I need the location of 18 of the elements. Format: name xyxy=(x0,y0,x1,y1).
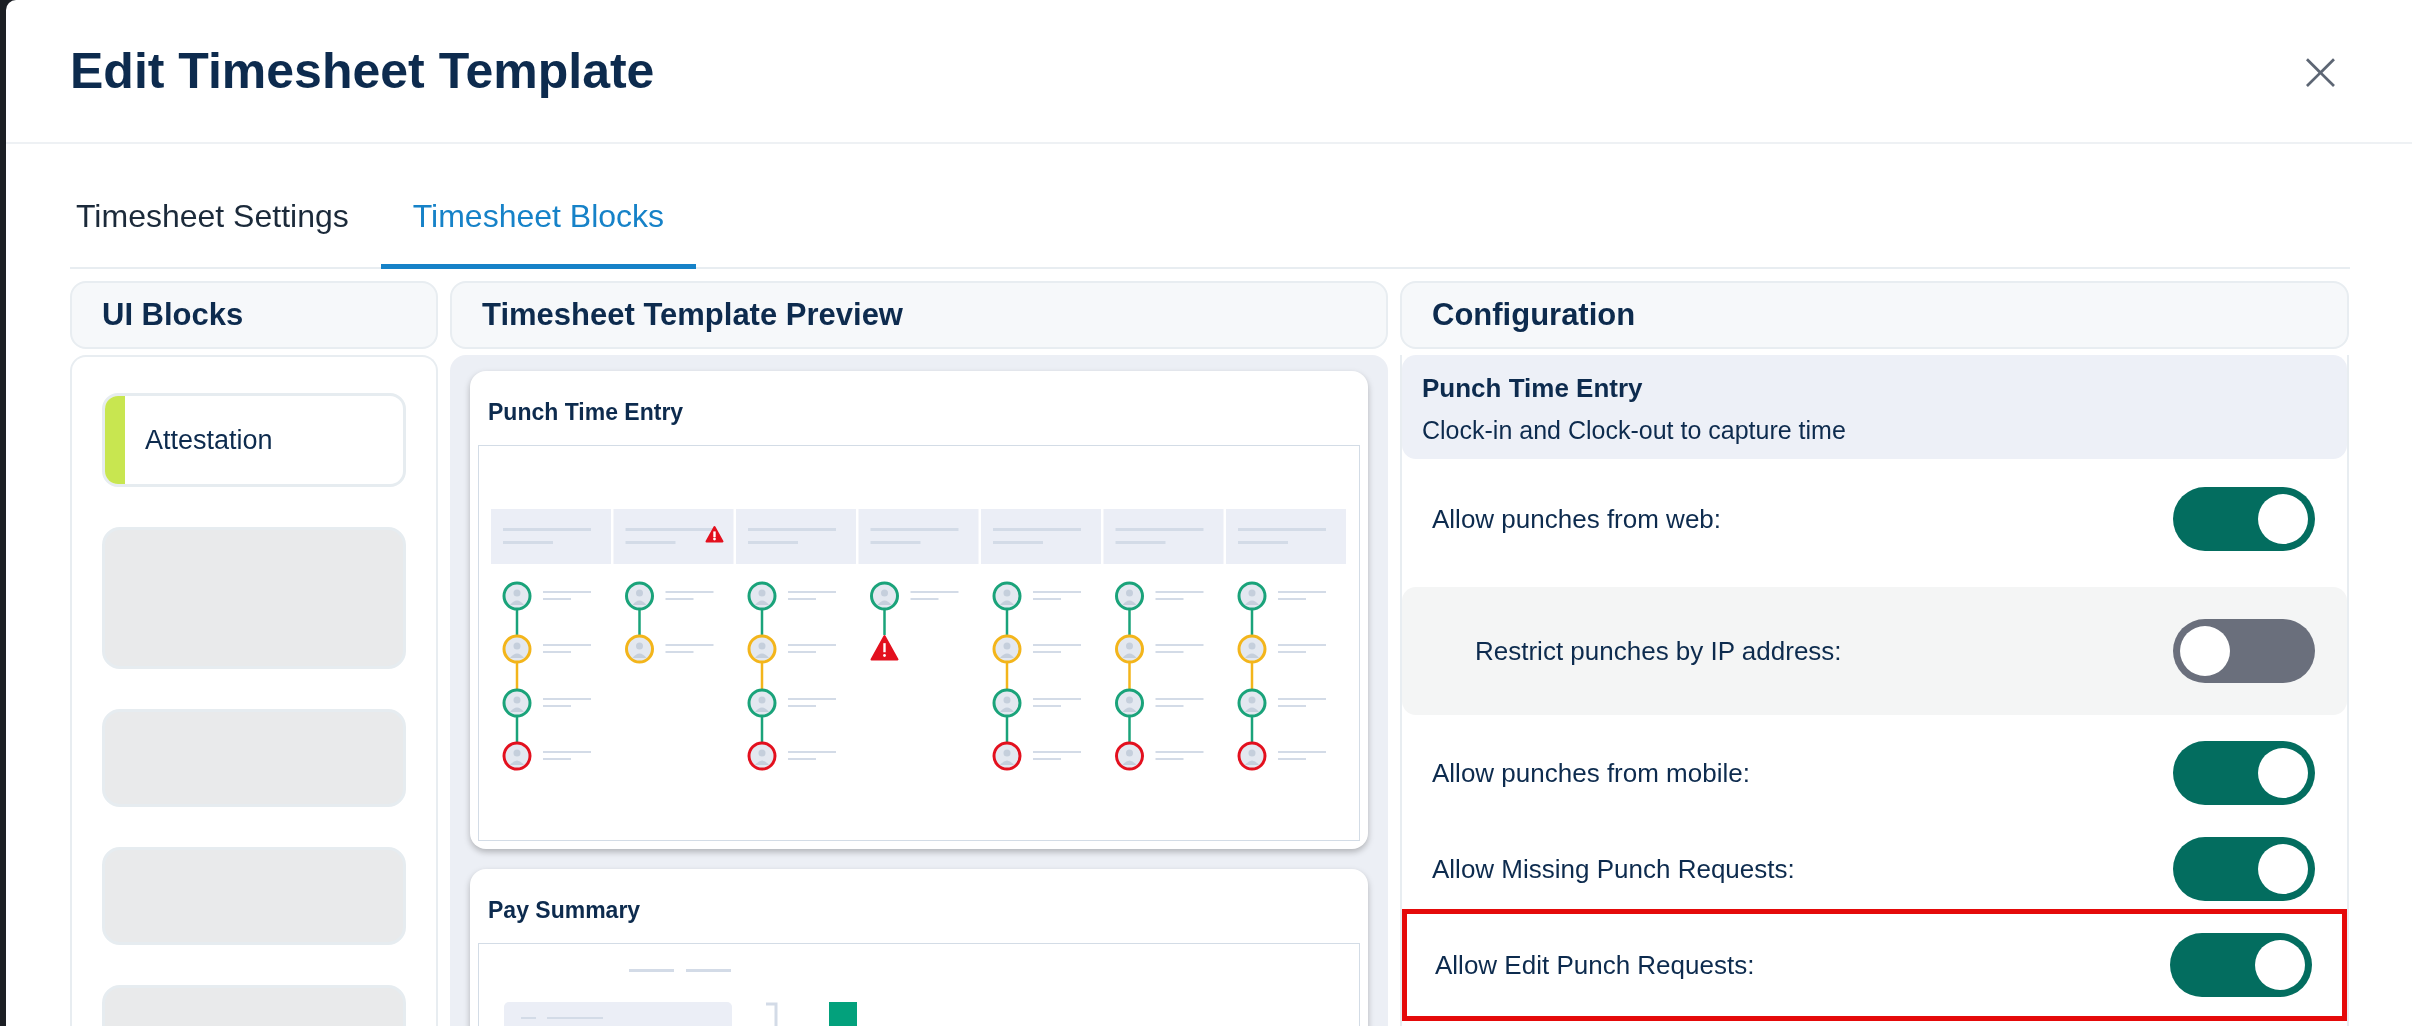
column-heading: UI Blocks xyxy=(70,281,438,349)
tab[interactable]: Timesheet Blocks xyxy=(380,169,697,269)
setting-label: Allow punches from mobile: xyxy=(1432,757,1750,789)
card-title: Pay Summary xyxy=(488,897,642,925)
setting-label: Restrict punches by IP address: xyxy=(1475,635,1842,667)
card-title: Punch Time Entry xyxy=(488,399,685,427)
setting-label: Allow Edit Punch Requests: xyxy=(1435,949,1755,981)
setting-label: Allow punches from web: xyxy=(1432,503,1722,535)
close-button[interactable]: × xyxy=(2291,43,2350,99)
section-subtitle: Clock-in and Clock-out to capture time xyxy=(1422,416,1847,445)
tab[interactable]: Timesheet Settings xyxy=(70,169,381,269)
column-heading: Configuration xyxy=(1400,281,2349,349)
dialog-title: Edit Timesheet Template xyxy=(70,42,655,100)
ui-block-card[interactable]: Attestation xyxy=(102,393,406,487)
column-heading: Timesheet Template Preview xyxy=(450,281,1388,349)
block-label: Attestation xyxy=(145,424,273,456)
section-title: Punch Time Entry xyxy=(1422,373,1644,404)
setting-label: Allow Missing Punch Requests: xyxy=(1432,853,1795,885)
